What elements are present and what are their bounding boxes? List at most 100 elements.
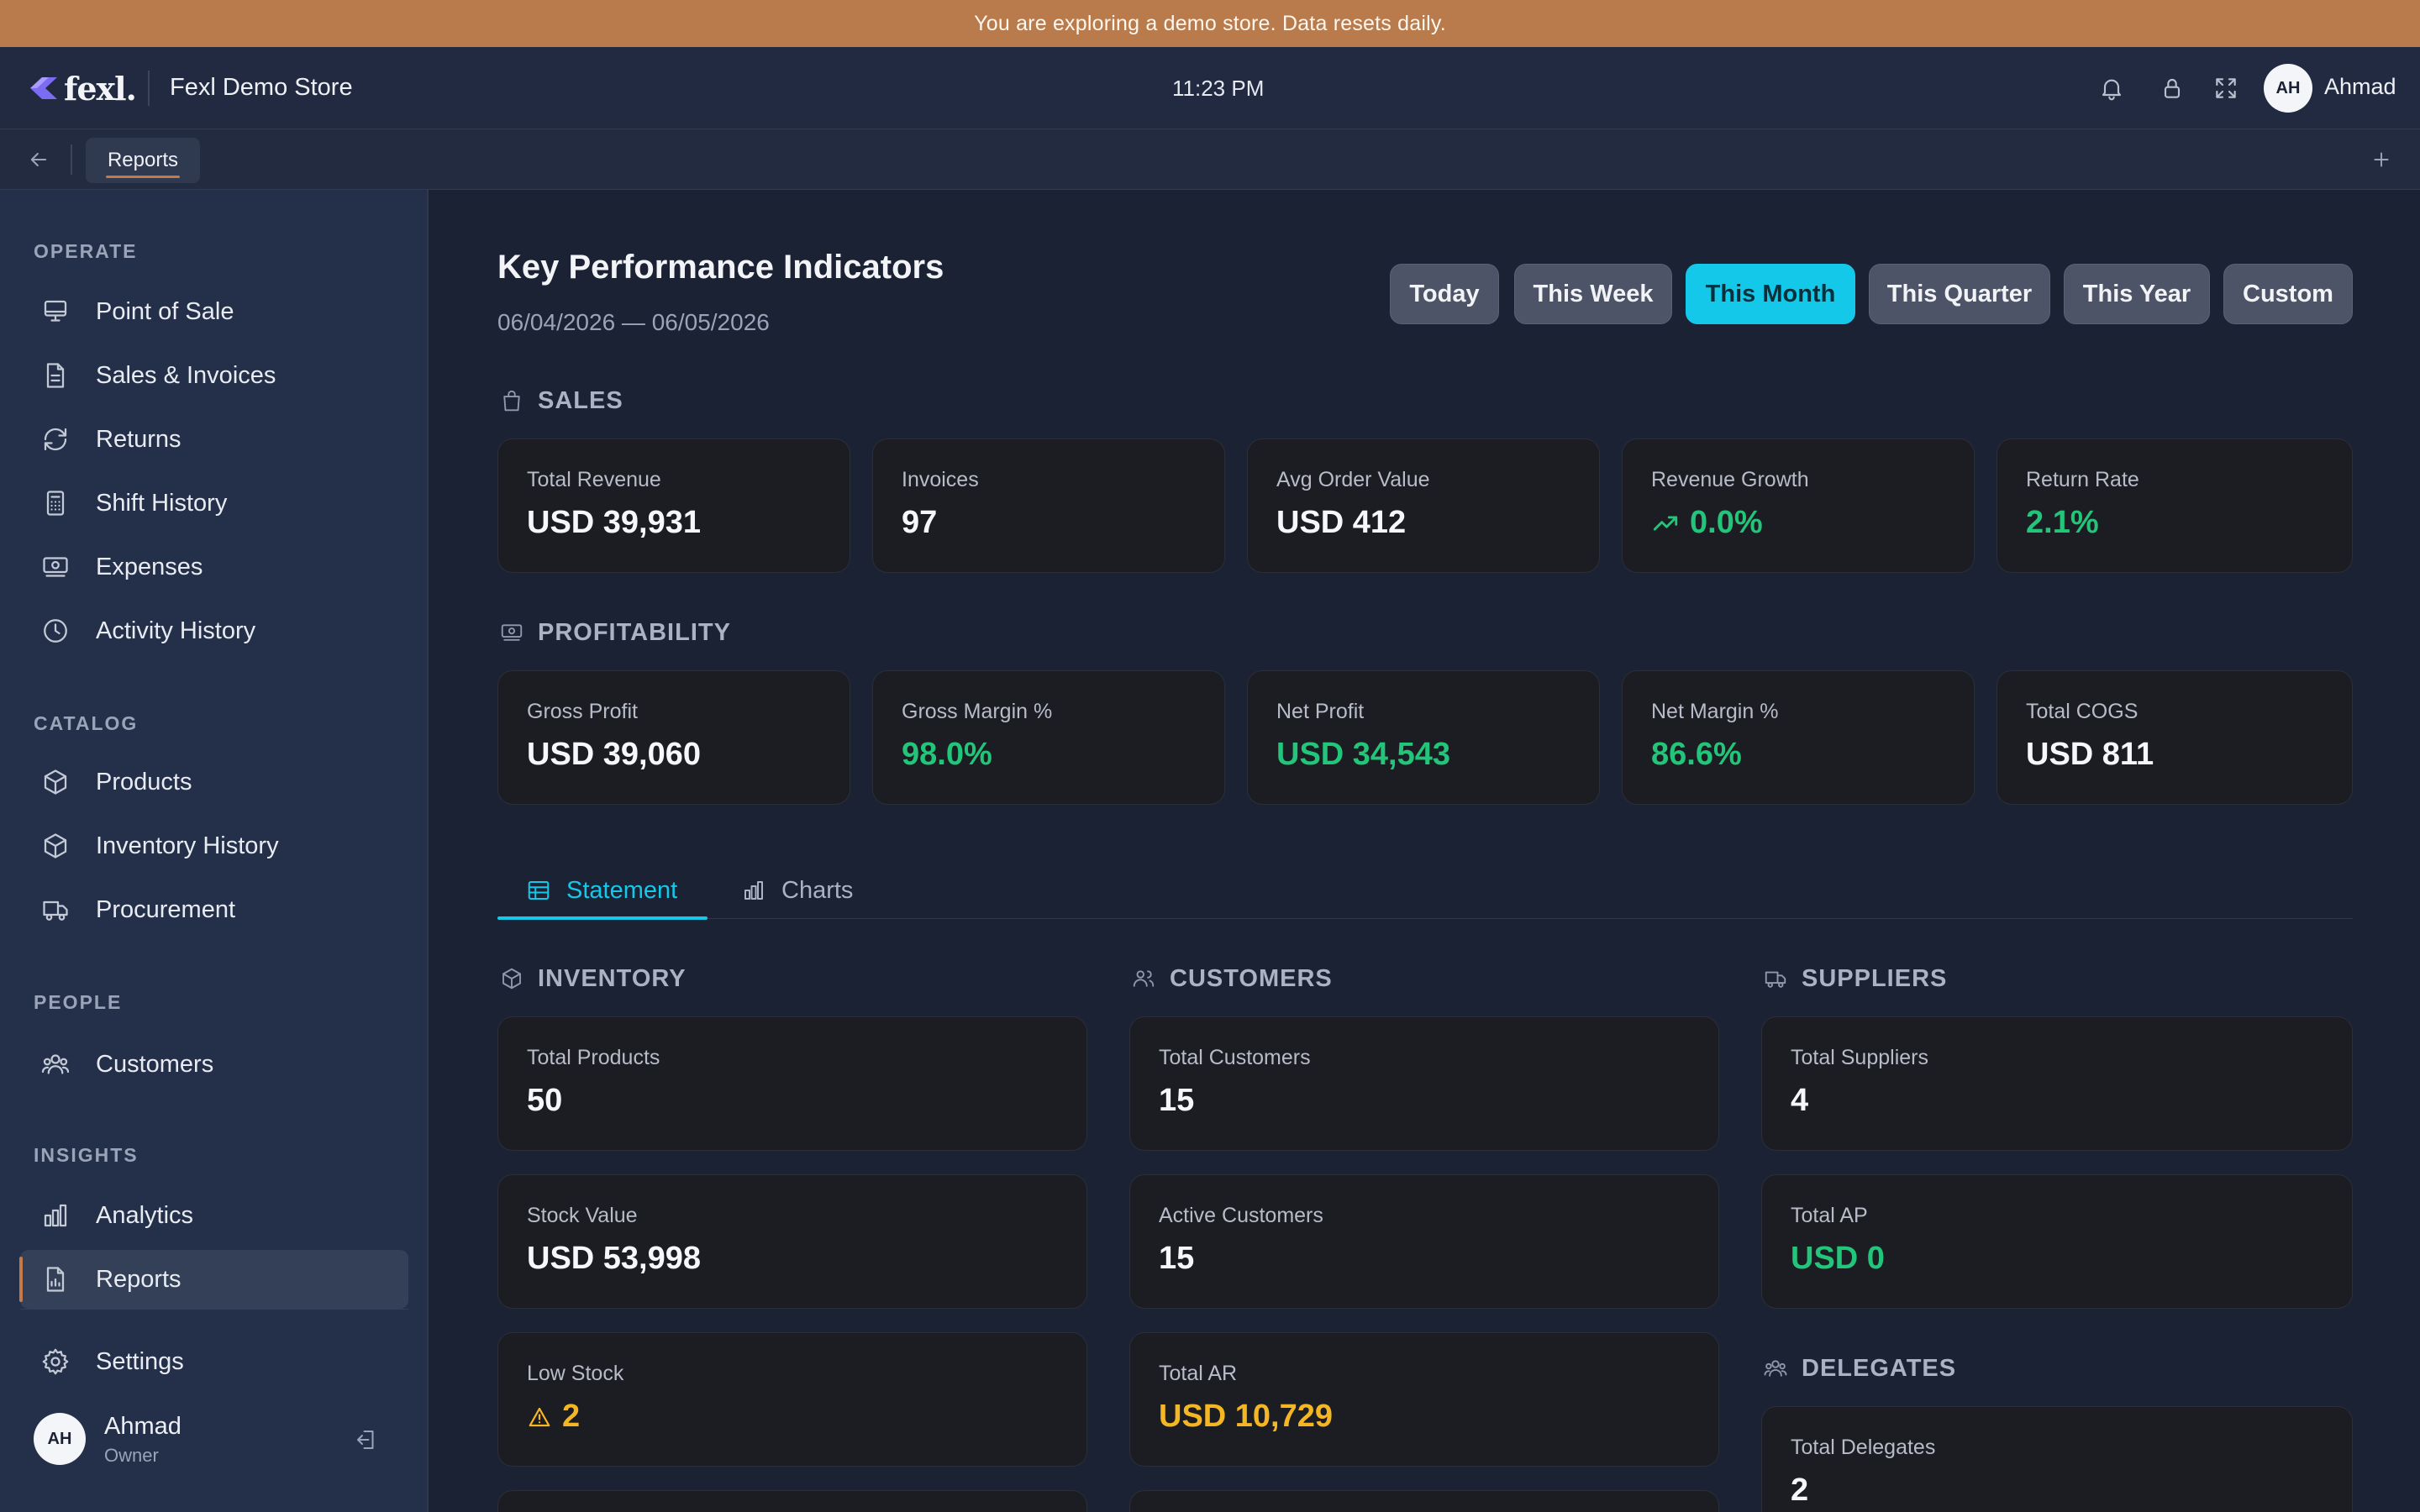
trending-up-icon	[1653, 516, 1678, 530]
sidebar-item-inventory-history[interactable]: Inventory History	[20, 816, 408, 875]
tab-statement[interactable]: Statement	[497, 862, 708, 920]
kpi-label: Net Profit	[1276, 700, 1365, 723]
sidebar-item-shift-history[interactable]: Shift History	[20, 474, 408, 533]
kpi-label: Total Customers	[1159, 1046, 1311, 1069]
profitability-section-label: PROFITABILITY	[538, 618, 731, 646]
tab-statement-label: Statement	[566, 876, 678, 904]
kpi-card-revenue-growth: Revenue Growth 0.0%	[1622, 438, 1975, 573]
sidebar-user-role: Owner	[104, 1445, 159, 1466]
kpi-card-gross-profit: Gross Profit USD 39,060	[497, 670, 850, 805]
sidebar-item-label: Settings	[96, 1347, 184, 1375]
fullscreen-icon[interactable]	[2208, 71, 2244, 106]
kpi-label: Stock Value	[527, 1204, 638, 1227]
kpi-card-total-products: Total Products 50	[497, 1016, 1087, 1151]
range-today-button[interactable]: Today	[1390, 264, 1499, 324]
fexl-logo-icon	[30, 77, 57, 99]
tab-charts[interactable]: Charts	[741, 862, 853, 919]
delegates-section-label: DELEGATES	[1802, 1354, 1957, 1382]
app-logo[interactable]: fexl.	[27, 67, 137, 109]
kpi-label: Revenue Growth	[1651, 468, 1809, 491]
range-this-year-button[interactable]: This Year	[2064, 264, 2210, 324]
notifications-bell-icon[interactable]	[2094, 71, 2129, 106]
sidebar-user-avatar[interactable]: AH	[34, 1413, 86, 1465]
sidebar-item-point-of-sale[interactable]: Point of Sale	[20, 282, 408, 341]
kpi-label: Active Customers	[1159, 1204, 1323, 1227]
kpi-label: Net Margin %	[1651, 700, 1779, 723]
kpi-label: Return Rate	[2026, 468, 2139, 491]
kpi-value: 98.0%	[902, 737, 992, 772]
main-content: Key Performance Indicators 06/04/2026 — …	[430, 190, 2420, 1512]
sidebar-item-label: Inventory History	[96, 832, 279, 859]
kpi-label: Total AR	[1159, 1362, 1238, 1385]
kpi-value: USD 53,998	[527, 1241, 702, 1276]
users-icon	[1129, 964, 1158, 993]
sidebar-item-analytics[interactable]: Analytics	[20, 1186, 408, 1245]
kpi-card-total-customers: Total Customers 15	[1129, 1016, 1719, 1151]
kpi-card-stock-value: Stock Value USD 53,998	[497, 1174, 1087, 1309]
gear-icon	[39, 1345, 72, 1378]
clock-icon	[39, 614, 72, 648]
tab-reports[interactable]: Reports	[86, 138, 200, 183]
document-icon	[39, 359, 72, 392]
new-tab-plus-icon[interactable]	[2366, 144, 2396, 175]
users-icon	[1761, 1354, 1790, 1383]
lock-icon[interactable]	[2154, 71, 2190, 106]
refresh-icon	[39, 423, 72, 456]
kpi-value-wrap: 2	[527, 1399, 580, 1435]
kpi-value: 86.6%	[1651, 737, 1742, 772]
back-arrow-icon[interactable]	[24, 144, 54, 175]
kpi-value: USD 10,729	[1159, 1399, 1334, 1434]
logout-icon[interactable]	[351, 1425, 381, 1455]
sidebar-item-sales-invoices[interactable]: Sales & Invoices	[20, 346, 408, 405]
sidebar: OPERATE Point of Sale Sales & Invoices R…	[0, 190, 429, 1512]
kpi-label: Total Suppliers	[1791, 1046, 1928, 1069]
section-label-operate: OPERATE	[34, 240, 138, 262]
monitor-icon	[39, 295, 72, 328]
kpi-label: Avg Order Value	[1276, 468, 1430, 491]
sidebar-item-label: Sales & Invoices	[96, 361, 276, 389]
range-this-quarter-button[interactable]: This Quarter	[1869, 264, 2050, 324]
box-icon	[39, 765, 72, 799]
kpi-value: 50	[527, 1083, 563, 1118]
sidebar-item-label: Returns	[96, 425, 182, 453]
users-icon	[39, 1047, 72, 1081]
sidebar-item-label: Analytics	[96, 1201, 194, 1229]
kpi-label: Low Stock	[527, 1362, 624, 1385]
sidebar-item-products[interactable]: Products	[20, 753, 408, 811]
kpi-value: 2.1%	[2026, 505, 2099, 540]
range-custom-button[interactable]: Custom	[2223, 264, 2353, 324]
sidebar-item-returns[interactable]: Returns	[20, 410, 408, 469]
store-name: Fexl Demo Store	[170, 74, 353, 101]
kpi-value: 2	[562, 1399, 581, 1434]
user-name[interactable]: Ahmad	[2324, 74, 2396, 100]
range-this-month-button[interactable]: This Month	[1686, 264, 1855, 324]
sidebar-item-label: Point of Sale	[96, 297, 234, 325]
banknote-icon	[497, 618, 526, 647]
banknote-icon	[39, 550, 72, 584]
kpi-card-avg-order-value: Avg Order Value USD 412	[1247, 438, 1600, 573]
range-this-week-button[interactable]: This Week	[1514, 264, 1672, 324]
sidebar-item-expenses[interactable]: Expenses	[20, 538, 408, 596]
sidebar-item-settings[interactable]: Settings	[20, 1332, 408, 1391]
tab-charts-label: Charts	[781, 876, 854, 904]
truck-icon	[39, 893, 72, 927]
kpi-card-partial	[1129, 1490, 1719, 1512]
sales-section-header: SALES	[497, 386, 623, 415]
kpi-value: 15	[1159, 1083, 1195, 1118]
kpi-value: USD 39,060	[527, 737, 702, 772]
report-icon	[39, 1263, 72, 1296]
table-icon	[528, 881, 550, 900]
kpi-value: 0.0%	[1690, 505, 1763, 540]
kpi-card-total-ar: Total AR USD 10,729	[1129, 1332, 1719, 1467]
sidebar-divider	[20, 1309, 408, 1310]
kpi-card-total-suppliers: Total Suppliers 4	[1761, 1016, 2353, 1151]
delegates-section-header: DELEGATES	[1761, 1354, 1956, 1383]
section-label-insights: INSIGHTS	[34, 1144, 139, 1166]
sidebar-item-procurement[interactable]: Procurement	[20, 880, 408, 939]
sidebar-item-customers[interactable]: Customers	[20, 1035, 408, 1094]
user-avatar[interactable]: AH	[2264, 64, 2312, 113]
kpi-label: Total AP	[1791, 1204, 1868, 1227]
sidebar-item-reports[interactable]: Reports	[19, 1250, 408, 1309]
warning-triangle-icon	[529, 1407, 550, 1426]
sidebar-item-activity-history[interactable]: Activity History	[20, 601, 408, 660]
